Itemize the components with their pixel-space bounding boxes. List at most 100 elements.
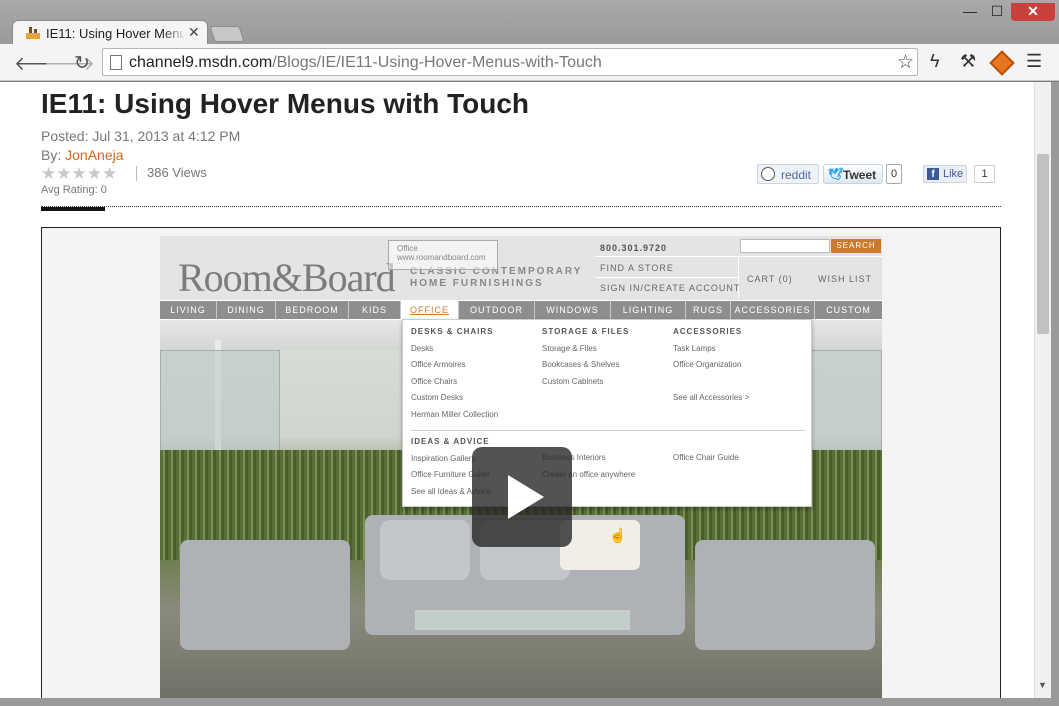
tweet-button[interactable]: 🕊 Tweet [823, 164, 883, 184]
rb-nav-item: WINDOWS [535, 301, 611, 319]
rb-nav-item: RUGS [686, 301, 731, 319]
rb-nav-item: LIVING [160, 301, 217, 319]
rb-sign-in: SIGN IN/CREATE ACCOUNT [600, 283, 741, 293]
view-count: 386 Views [147, 165, 207, 180]
vertical-scrollbar[interactable]: ▼ [1034, 82, 1051, 698]
dd-item: Herman Miller Collection [411, 409, 499, 419]
dd-separator [411, 430, 805, 431]
avg-rating: Avg Rating: 0 [41, 184, 107, 196]
dd-header: STORAGE & FILES [542, 327, 630, 336]
extension-diamond-icon[interactable] [989, 50, 1015, 76]
video-player[interactable]: Room&Board CLASSIC CONTEMPORARY HOME FUR… [41, 227, 1001, 706]
maximize-button[interactable]: ☐ [985, 3, 1009, 21]
channel9-favicon-icon [26, 27, 40, 39]
rb-header-line [595, 277, 738, 278]
rb-wish-list: WISH LIST [818, 274, 873, 284]
dd-item: Bookcases & Shelves [542, 360, 620, 369]
photo-coffee-table [415, 610, 630, 630]
tab-close-icon[interactable]: ✕ [188, 24, 200, 41]
dd-item: Storage & Files [542, 343, 597, 353]
dd-item: Office Chairs [411, 376, 458, 386]
dd-item: Office Organization [673, 360, 742, 369]
window-frame-edge [1051, 82, 1059, 706]
rb-nav-item: CUSTOM [826, 305, 871, 315]
rb-find-store: FIND A STORE [600, 263, 674, 273]
photo-armchair [695, 540, 875, 650]
close-window-button[interactable]: ✕ [1011, 3, 1055, 21]
rb-logo: Room&Board [178, 255, 396, 300]
rb-tooltip-title: Office [397, 244, 418, 253]
rb-search-button: SEARCH [831, 239, 881, 253]
rb-nav-item: LIGHTING [611, 301, 686, 319]
rb-nav-item: DINING [217, 301, 276, 319]
address-bar[interactable]: channel9.msdn.com/Blogs/IE/IE11-Using-Ho… [102, 48, 918, 76]
scroll-down-arrow-icon[interactable]: ▼ [1038, 680, 1047, 690]
photo-armchair [180, 540, 350, 650]
dd-item [673, 374, 749, 391]
facebook-like-button[interactable]: f Like [923, 165, 967, 183]
dd-item: See all Accessories > [673, 393, 750, 402]
wrench-icon[interactable]: ⚒ [960, 51, 976, 72]
page-viewport: IE11: Using Hover Menus with Touch Poste… [0, 82, 1059, 706]
dd-column: Office Chair Guide [673, 450, 739, 467]
rb-tooltip: Office www.roomandboard.com [388, 240, 498, 270]
rb-tagline-2: HOME FURNISHINGS [410, 278, 544, 289]
browser-toolbar: 🡐 🡒 ↻ channel9.msdn.com/Blogs/IE/IE11-Us… [0, 44, 1059, 81]
page-icon [110, 55, 122, 70]
dd-column: STORAGE & FILES Storage & Files Bookcase… [542, 324, 629, 390]
rb-phone: 800.301.9720 [600, 243, 668, 253]
rb-nav-item: OUTDOOR [459, 301, 535, 319]
dd-item: Desks [411, 343, 434, 353]
dd-item: Custom Cabinets [542, 376, 604, 386]
views-separator [136, 166, 137, 181]
twitter-bird-icon: 🕊 [828, 167, 844, 181]
author-link[interactable]: JonAneja [65, 147, 123, 163]
url-path: /Blogs/IE/IE11-Using-Hover-Menus-with-To… [272, 54, 602, 71]
reddit-share-button[interactable]: reddit [757, 164, 819, 184]
tweet-count: 0 [886, 164, 902, 184]
new-tab-button[interactable] [209, 26, 245, 42]
dd-item: Office Chair Guide [673, 453, 739, 462]
browser-tab[interactable]: IE11: Using Hover Menus w ✕ [12, 20, 208, 45]
dd-header: ACCESSORIES [673, 327, 743, 336]
dd-header: DESKS & CHAIRS [411, 327, 494, 336]
bookmark-star-icon[interactable]: ☆ [897, 51, 914, 74]
reddit-alien-icon [761, 167, 775, 181]
like-label: Like [943, 168, 964, 180]
rb-search-input [740, 239, 830, 253]
menu-icon[interactable]: ☰ [1026, 51, 1042, 72]
tab-title-fade [163, 23, 187, 43]
rb-tooltip-url: www.roomandboard.com [397, 253, 486, 262]
byline: By: JonAneja [41, 147, 124, 163]
thick-divider [41, 207, 105, 211]
url-host: channel9.msdn.com [129, 54, 273, 71]
reddit-label: reddit [781, 168, 812, 182]
rb-cart: CART (0) [747, 274, 793, 284]
rb-header: Room&Board CLASSIC CONTEMPORARY HOME FUR… [160, 236, 882, 300]
scrollbar-thumb[interactable] [1037, 154, 1049, 334]
photo-pillow [560, 520, 640, 570]
url-text[interactable]: channel9.msdn.com/Blogs/IE/IE11-Using-Ho… [129, 54, 602, 72]
dd-item: Task Lamps [673, 343, 716, 353]
window-frame-bottom [0, 698, 1059, 706]
rb-nav-item: ACCESSORIES [731, 301, 815, 319]
tweet-label: Tweet [843, 168, 877, 182]
like-count: 1 [974, 165, 995, 183]
dd-item: Custom Desks [411, 393, 464, 402]
window-titlebar: IE11: Using Hover Menus w ✕ — ☐ ✕ [0, 0, 1059, 45]
dd-column: ACCESSORIES Task Lamps Office Organizati… [673, 324, 749, 407]
rb-nav-item: KIDS [349, 301, 401, 319]
reload-icon[interactable]: ↻ [74, 52, 90, 75]
hand-cursor-icon: ☝ [609, 527, 627, 543]
bolt-icon[interactable]: ϟ [930, 51, 940, 72]
rating-stars[interactable]: ★★★★★ [41, 164, 117, 184]
post-title: IE11: Using Hover Menus with Touch [41, 88, 529, 119]
rb-nav-item: BEDROOM [276, 301, 349, 319]
rb-office-dropdown: DESKS & CHAIRS Desks Office Armoires Off… [402, 319, 812, 507]
minimize-button[interactable]: — [958, 3, 982, 21]
rb-nav: LIVING DINING BEDROOM KIDS OFFICE OUTDOO… [160, 301, 882, 319]
play-button[interactable] [472, 447, 572, 547]
play-icon [508, 475, 544, 519]
rb-nav-item-active: OFFICE [401, 301, 459, 319]
by-label: By: [41, 147, 66, 163]
